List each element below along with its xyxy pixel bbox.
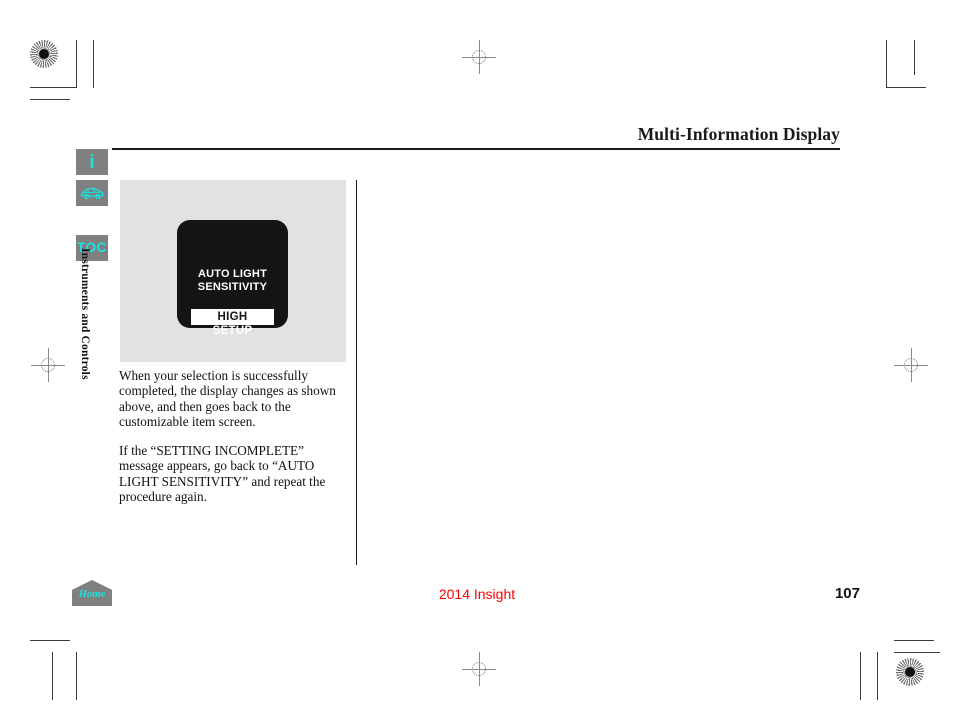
paragraph-2: If the “SETTING INCOMPLETE” message appe…	[119, 443, 326, 505]
crop-mark-top-left-h	[30, 87, 76, 88]
display-title: AUTO LIGHT SENSITIVITY	[177, 268, 288, 293]
crop-mark-top-left-v	[76, 40, 77, 88]
column-divider	[356, 180, 357, 565]
crosshair-bottom-center	[462, 652, 496, 686]
page-title: Multi-Information Display	[637, 124, 840, 144]
page-number: 107	[834, 585, 860, 602]
crop-mark-top-right-v2	[914, 40, 915, 75]
crosshair-ring	[472, 50, 486, 64]
crop-mark-bottom-left-v	[52, 652, 53, 700]
crosshair-ring	[41, 358, 55, 372]
crop-mark-bottom-right-v2	[860, 652, 861, 700]
crop-mark-bottom-left-v2	[76, 652, 77, 700]
crop-mark-top-left-v2	[93, 40, 94, 88]
registration-target-top-left	[30, 40, 60, 70]
crosshair-ring	[472, 662, 486, 676]
crosshair-top-center	[462, 40, 496, 74]
figure-panel: AUTO LIGHT SENSITIVITY HIGH SETUP	[120, 180, 346, 362]
paragraph-1: When your selection is successfully comp…	[119, 368, 336, 429]
body-copy: When your selection is successfully comp…	[119, 368, 351, 504]
crop-mark-bottom-right-h2	[894, 640, 934, 641]
crop-mark-top-right-h	[886, 87, 926, 88]
car-icon	[79, 186, 105, 200]
display-setup-label: SETUP	[212, 325, 253, 337]
registration-dot	[39, 49, 49, 59]
info-icon: i	[89, 151, 95, 173]
crop-mark-top-right-v	[886, 40, 887, 88]
sidebar-item-vehicle[interactable]	[76, 180, 108, 206]
display-title-line2: SENSITIVITY	[197, 280, 268, 293]
multi-information-display-screen: AUTO LIGHT SENSITIVITY HIGH SETUP	[177, 220, 288, 337]
crosshair-right-middle	[894, 348, 928, 382]
model-name: 2014 Insight	[438, 586, 516, 602]
crosshair-ring	[904, 358, 918, 372]
crop-mark-bottom-left-h	[30, 640, 70, 641]
display-selected-value: HIGH	[191, 309, 274, 325]
display-title-line1: AUTO LIGHT	[197, 268, 267, 280]
sidebar-item-info[interactable]: i	[76, 149, 108, 175]
manual-page: Multi-Information Display i TOC Instrume…	[0, 0, 954, 710]
crop-mark-top-left-h2	[30, 99, 70, 100]
crop-mark-bottom-right-h	[894, 652, 940, 653]
crop-mark-bottom-right-v	[877, 652, 878, 700]
header-rule	[112, 148, 840, 150]
crosshair-left-middle	[31, 348, 65, 382]
section-label: Instruments and Controls	[79, 248, 91, 380]
registration-target-bottom-right	[896, 658, 926, 688]
registration-dot	[905, 667, 915, 677]
